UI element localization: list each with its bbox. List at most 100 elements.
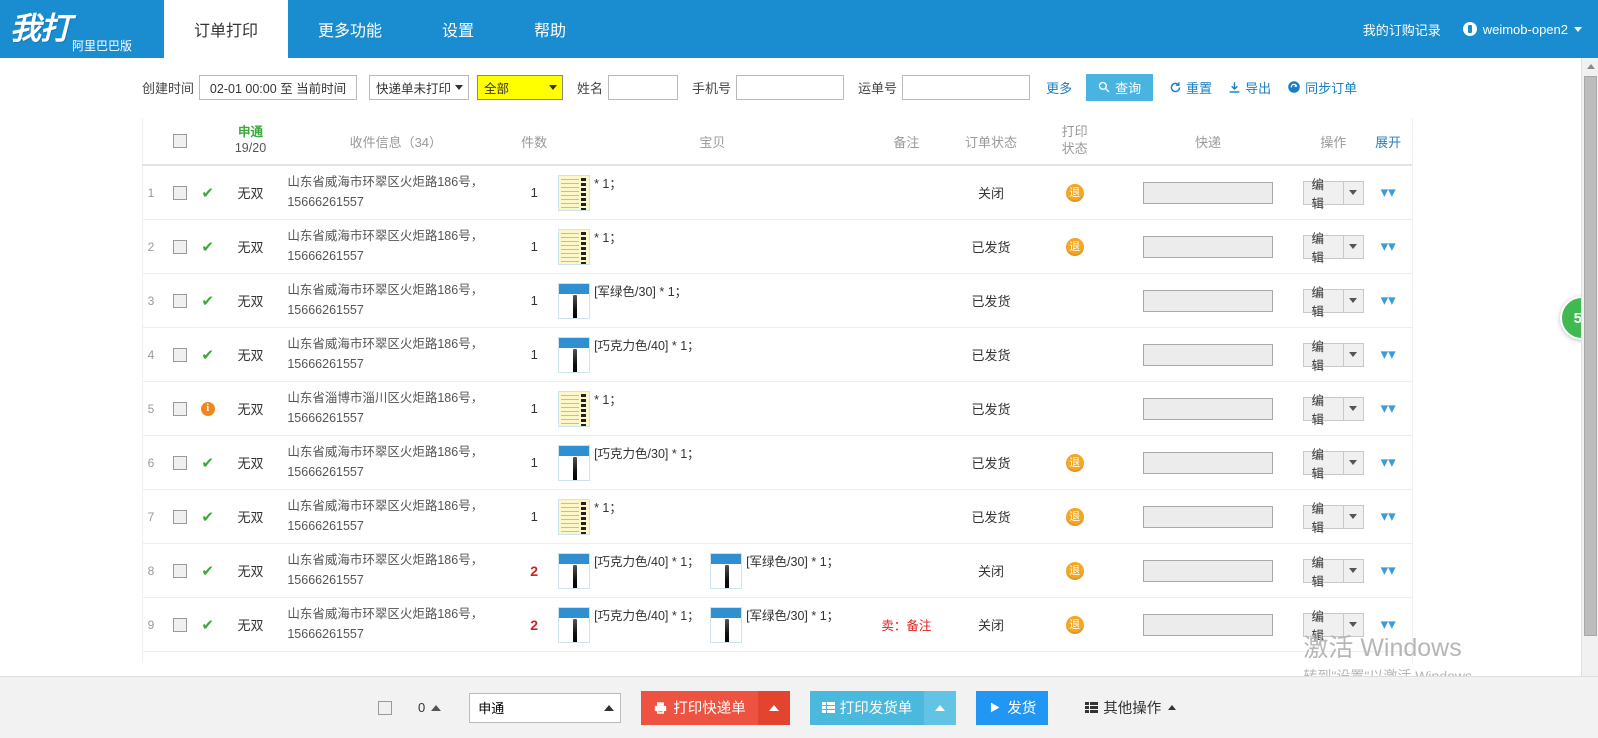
express-number-input[interactable] [1142,451,1273,474]
header-expand-toggle[interactable]: 展开 [1364,132,1412,151]
row-checkbox-cell[interactable] [164,509,196,524]
print-invoice-dropdown[interactable] [924,690,957,725]
product-thumbnail-pen[interactable] [558,445,591,481]
edit-dropdown-button[interactable] [1343,504,1365,529]
edit-button[interactable]: 编辑 [1302,610,1344,643]
tab-help[interactable]: 帮助 [504,0,596,58]
edit-dropdown-button[interactable] [1343,342,1365,367]
expand-cell[interactable]: ▾▾ [1364,401,1412,416]
edit-dropdown-button[interactable] [1343,180,1365,205]
double-chevron-down-icon[interactable]: ▾▾ [1381,563,1396,578]
row-checkbox[interactable] [172,239,187,254]
express-company-select[interactable]: 申通 [469,692,622,723]
row-checkbox-cell[interactable] [164,239,196,254]
edit-button[interactable]: 编辑 [1302,502,1344,535]
edit-button[interactable]: 编辑 [1302,556,1344,589]
tab-order-print[interactable]: 订单打印 [164,0,289,58]
double-chevron-down-icon[interactable]: ▾▾ [1381,617,1396,632]
express-number-input[interactable] [1142,559,1273,582]
double-chevron-down-icon[interactable]: ▾▾ [1381,185,1396,200]
product-thumbnail-paper[interactable] [558,229,591,265]
table-row[interactable]: 3 ✔ 无双 山东省威海市环翠区火炬路186号， 15666261557 1 [军绿色/30… [142,274,1412,328]
scrollbar-thumb[interactable] [1584,76,1597,636]
edit-button[interactable]: 编辑 [1302,286,1344,319]
row-checkbox[interactable] [172,617,187,632]
row-checkbox-cell[interactable] [164,455,196,470]
tab-settings[interactable]: 设置 [412,0,504,58]
row-checkbox[interactable] [172,185,187,200]
vertical-scrollbar[interactable] [1581,58,1598,676]
express-number-input[interactable] [1142,343,1273,366]
edit-button[interactable]: 编辑 [1302,394,1344,427]
edit-button[interactable]: 编辑 [1302,178,1344,211]
row-checkbox[interactable] [172,401,187,416]
expand-cell[interactable]: ▾▾ [1364,563,1412,578]
expand-cell[interactable]: ▾▾ [1364,509,1412,524]
edit-dropdown-button[interactable] [1343,288,1365,313]
express-number-input[interactable] [1142,235,1273,258]
ship-button[interactable]: 发货 [976,690,1049,725]
table-row[interactable]: 7 ✔ 无双 山东省威海市环翠区火炬路186号， 15666261557 1 * 1； 已发货… [142,490,1412,544]
double-chevron-down-icon[interactable]: ▾▾ [1381,455,1396,470]
express-number-input[interactable] [1142,181,1273,204]
user-menu[interactable]: weimob-open2 [1462,22,1582,37]
other-operations-button[interactable]: 其他操作 [1072,690,1190,725]
row-checkbox[interactable] [172,563,187,578]
expand-cell[interactable]: ▾▾ [1364,239,1412,254]
table-row[interactable]: 1 ✔ 无双 山东省威海市环翠区火炬路186号， 15666261557 1 * 1； 关闭 退… [142,166,1412,220]
query-button[interactable]: 查询 [1086,73,1154,101]
row-checkbox-cell[interactable] [164,617,196,632]
table-row[interactable]: 5 i 无双 山东省淄博市淄川区火炬路186号， 15666261557 1 * 1； 已发货… [142,382,1412,436]
print-status-select[interactable]: 快递单未打印 [369,74,470,100]
print-waybill-button[interactable]: 打印快递单 [641,690,758,725]
header-select-all[interactable] [164,134,196,148]
table-row[interactable]: 6 ✔ 无双 山东省威海市环翠区火炬路186号， 15666261557 1 [巧克力色/3… [142,436,1412,490]
phone-input[interactable] [736,74,845,100]
sync-orders-button[interactable]: 同步订单 [1287,78,1357,97]
name-input[interactable] [608,74,679,100]
express-number-input[interactable] [1142,289,1273,312]
express-number-input[interactable] [1142,613,1273,636]
product-thumbnail-paper[interactable] [558,175,591,211]
row-checkbox-cell[interactable] [164,293,196,308]
product-thumbnail-pen[interactable] [558,607,591,643]
edit-dropdown-button[interactable] [1343,450,1365,475]
product-thumbnail-pen[interactable] [710,607,743,643]
scroll-up-button[interactable] [1582,58,1598,75]
reset-button[interactable]: 重置 [1169,78,1212,97]
product-thumbnail-paper[interactable] [558,391,591,427]
expand-cell[interactable]: ▾▾ [1364,347,1412,362]
product-thumbnail-pen[interactable] [558,553,591,589]
expand-cell[interactable]: ▾▾ [1364,617,1412,632]
row-checkbox-cell[interactable] [164,185,196,200]
double-chevron-down-icon[interactable]: ▾▾ [1381,239,1396,254]
edit-button[interactable]: 编辑 [1302,232,1344,265]
scope-select[interactable]: 全部 [477,74,564,100]
table-row[interactable]: 2 ✔ 无双 山东省威海市环翠区火炬路186号， 15666261557 1 * 1； 已发货… [142,220,1412,274]
expand-cell[interactable]: ▾▾ [1364,455,1412,470]
table-row[interactable]: 9 ✔ 无双 山东省威海市环翠区火炬路186号， 15666261557 2 [巧克力色/4… [142,598,1412,652]
row-checkbox-cell[interactable] [164,563,196,578]
double-chevron-down-icon[interactable]: ▾▾ [1381,401,1396,416]
row-checkbox-cell[interactable] [164,347,196,362]
selected-count-stepper[interactable]: 0 [418,700,442,715]
product-thumbnail-pen[interactable] [558,337,591,373]
product-thumbnail-pen[interactable] [710,553,743,589]
my-purchase-records-link[interactable]: 我的订购记录 [1363,20,1441,39]
edit-dropdown-button[interactable] [1343,234,1365,259]
app-logo[interactable]: 我打 阿里巴巴版 [0,0,164,58]
row-checkbox[interactable] [172,509,187,524]
edit-dropdown-button[interactable] [1343,558,1365,583]
product-thumbnail-paper[interactable] [558,499,591,535]
tracking-number-input[interactable] [902,74,1031,100]
row-checkbox-cell[interactable] [164,401,196,416]
edit-dropdown-button[interactable] [1343,612,1365,637]
row-checkbox[interactable] [172,455,187,470]
express-number-input[interactable] [1142,505,1273,528]
tab-more-features[interactable]: 更多功能 [288,0,412,58]
table-row[interactable]: 8 ✔ 无双 山东省威海市环翠区火炬路186号， 15666261557 2 [巧克力色/4… [142,544,1412,598]
double-chevron-down-icon[interactable]: ▾▾ [1381,509,1396,524]
product-thumbnail-pen[interactable] [558,283,591,319]
table-row[interactable]: 4 ✔ 无双 山东省威海市环翠区火炬路186号， 15666261557 1 [巧克力色/4… [142,328,1412,382]
double-chevron-down-icon[interactable]: ▾▾ [1381,293,1396,308]
